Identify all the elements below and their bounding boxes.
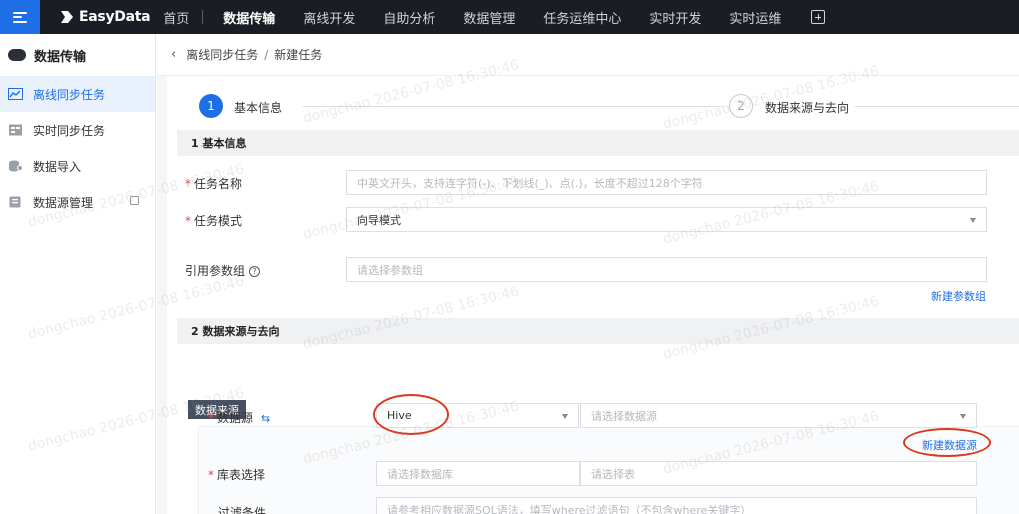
cloud-icon <box>8 49 26 61</box>
step-1-label: 基本信息 <box>234 101 283 115</box>
task-name-label: * 任务名称 <box>185 177 243 191</box>
menu-icon <box>13 11 27 23</box>
caret-down-icon <box>960 414 966 419</box>
caret-down-icon <box>562 414 568 419</box>
easydata-logo-icon <box>60 10 74 24</box>
filter-input[interactable]: 请参考相应数据源SQL语法，填写where过滤语句（不包含where关键字） <box>376 497 977 514</box>
param-group-select[interactable]: 请选择参数组 <box>346 257 987 282</box>
new-param-group-link[interactable]: 新建参数组 <box>931 288 986 304</box>
nav-home[interactable]: 首页 <box>163 8 189 27</box>
table-select-label: * 库表选择 <box>208 468 266 482</box>
chart-line-icon <box>8 88 23 100</box>
step-1-dot[interactable]: 1 <box>199 94 223 118</box>
step-2-label: 数据来源与去向 <box>765 101 850 115</box>
form-panel: 1 基本信息 2 数据来源与去向 1 基本信息 * 任务名称 中英文开头，支持连字… <box>167 76 1019 514</box>
datasource-type-value: Hive <box>387 409 412 422</box>
step-indicator: 1 基本信息 2 数据来源与去向 <box>199 94 1019 118</box>
nav-self-analysis[interactable]: 自助分析 <box>383 8 435 27</box>
calendar-icon <box>8 124 23 136</box>
app-logo[interactable]: EasyData <box>60 9 151 25</box>
document-icon <box>8 196 23 208</box>
nav-realtime-dev[interactable]: 实时开发 <box>649 8 701 27</box>
sidebar-title-text: 数据传输 <box>34 49 87 65</box>
menu-toggle-button[interactable] <box>0 0 40 34</box>
datasource-placeholder: 请选择数据源 <box>591 409 657 423</box>
back-chevron-icon[interactable]: ‹ <box>171 47 176 62</box>
sidebar-item-data-import[interactable]: 数据导入 <box>0 148 155 184</box>
sidebar-item-realtime-sync[interactable]: 实时同步任务 <box>0 112 155 148</box>
breadcrumb-parent[interactable]: 离线同步任务 <box>186 46 258 63</box>
task-mode-select[interactable]: 向导模式 <box>346 207 987 232</box>
sidebar-title: 数据传输 <box>0 34 155 76</box>
help-icon[interactable]: ? <box>249 266 261 277</box>
datasource-select[interactable]: 请选择数据源 <box>580 403 977 428</box>
step-2-dot[interactable]: 2 <box>729 94 753 118</box>
nav-data-management[interactable]: 数据管理 <box>463 8 515 27</box>
add-nav-icon[interactable] <box>811 10 826 24</box>
nav-offline-dev[interactable]: 离线开发 <box>303 8 355 27</box>
database-icon <box>8 160 23 172</box>
nav-data-transfer[interactable]: 数据传输 <box>223 8 275 27</box>
sidebar-item-datasource-mgmt[interactable]: 数据源管理 <box>0 184 155 220</box>
breadcrumb: ‹ 离线同步任务 / 新建任务 <box>157 34 1019 76</box>
nav-divider <box>202 10 204 24</box>
main-content: ‹ 离线同步任务 / 新建任务 1 基本信息 2 数据来源与去向 1 基本信息 … <box>157 34 1019 514</box>
main-nav: 数据传输 离线开发 自助分析 数据管理 任务运维中心 实时开发 实时运维 <box>223 8 826 27</box>
step-connector <box>303 106 723 107</box>
nav-realtime-ops[interactable]: 实时运维 <box>729 8 781 27</box>
breadcrumb-current: 新建任务 <box>274 48 323 62</box>
nav-task-ops[interactable]: 任务运维中心 <box>543 8 621 27</box>
sidebar-item-offline-sync[interactable]: 离线同步任务 <box>0 76 155 112</box>
filter-label: 过滤条件 <box>218 506 267 514</box>
swap-icon[interactable]: ⇆ <box>261 412 270 425</box>
new-datasource-link[interactable]: 新建数据源 <box>922 437 977 453</box>
external-link-icon[interactable] <box>130 196 139 205</box>
sidebar-item-label: 实时同步任务 <box>33 123 106 138</box>
caret-down-icon <box>970 218 976 223</box>
table-select[interactable]: 请选择表 <box>580 461 977 486</box>
section-source-target: 2 数据来源与去向 <box>177 318 1019 344</box>
param-group-label: 引用参数组? <box>185 262 261 279</box>
sidebar-item-label: 离线同步任务 <box>33 87 106 102</box>
section-basic-info: 1 基本信息 <box>177 130 1019 156</box>
datasource-label: * 数据源 ⇆ <box>208 411 271 425</box>
task-name-input[interactable]: 中英文开头，支持连字符(-)、下划线(_)、点(.)，长度不超过128个字符 <box>346 170 987 195</box>
task-mode-value: 向导模式 <box>357 213 401 227</box>
task-mode-label: * 任务模式 <box>185 214 243 228</box>
sidebar: 数据传输 离线同步任务 实时同步任务 数据导入 数据源管理 <box>0 34 156 514</box>
sidebar-item-label: 数据导入 <box>33 159 82 174</box>
sidebar-item-label: 数据源管理 <box>33 195 94 210</box>
top-nav-bar: EasyData 首页 数据传输 离线开发 自助分析 数据管理 任务运维中心 实… <box>0 0 1019 34</box>
database-select[interactable]: 请选择数据库 <box>376 461 580 486</box>
datasource-type-select[interactable]: Hive <box>376 403 579 428</box>
logo-text: EasyData <box>79 9 151 25</box>
breadcrumb-separator: / <box>264 47 269 62</box>
step-connector-end <box>855 106 1019 107</box>
